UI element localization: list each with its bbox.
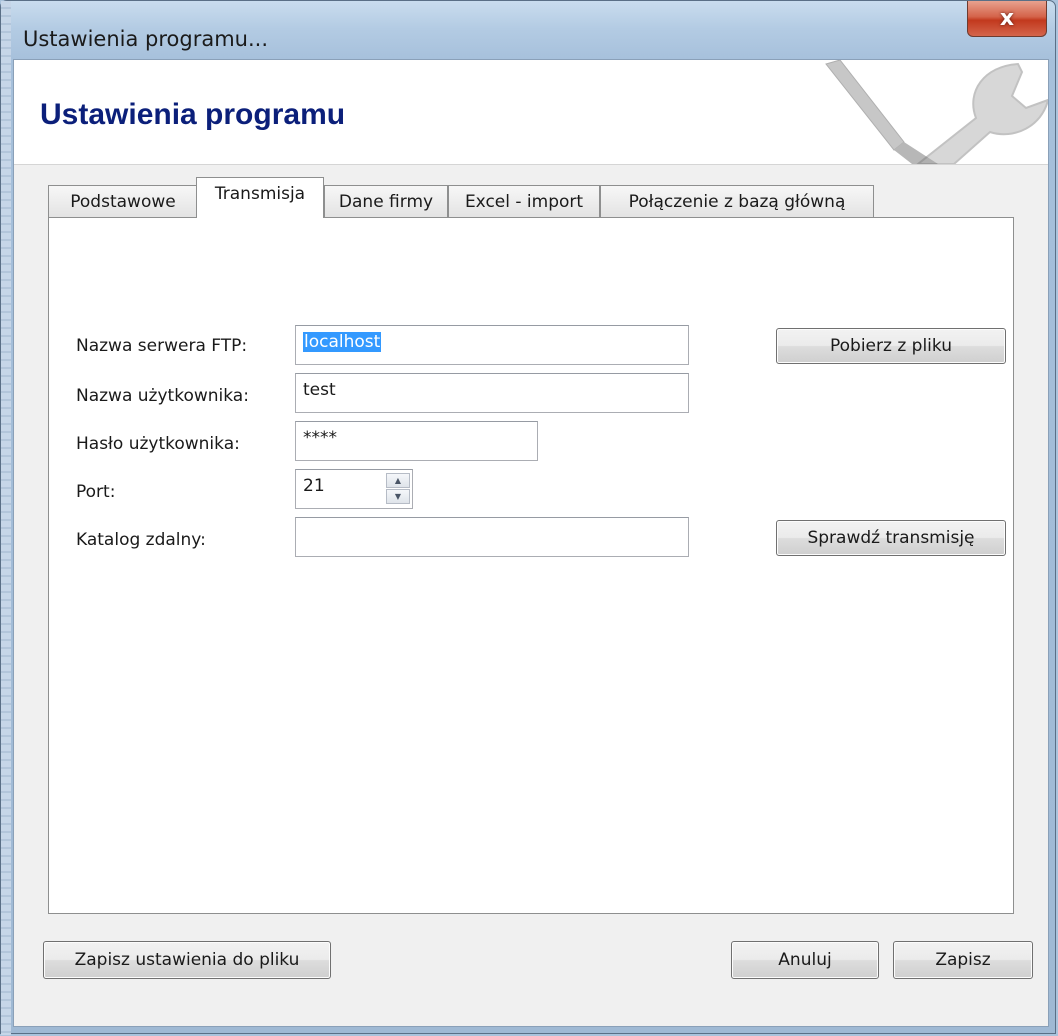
- close-icon: x: [999, 6, 1015, 31]
- tab-transmisja[interactable]: Transmisja: [196, 177, 324, 218]
- dialog-header: Ustawienia programu: [14, 60, 1048, 165]
- tab-label: Podstawowe: [70, 191, 176, 212]
- password-input[interactable]: ****: [295, 421, 538, 461]
- tab-excel-import[interactable]: Excel - import: [448, 185, 600, 217]
- tab-label: Dane firmy: [338, 191, 434, 212]
- cancel-button[interactable]: Anuluj: [731, 941, 879, 979]
- username-value: test: [303, 380, 336, 400]
- port-stepper[interactable]: 21 ▲ ▼: [295, 469, 413, 509]
- username-input[interactable]: test: [295, 373, 689, 413]
- username-label: Nazwa użytkownika:: [76, 386, 249, 406]
- page-title: Ustawienia programu: [40, 98, 346, 131]
- window-frame-edge: [1, 1, 11, 1035]
- window-title: Ustawienia programu...: [23, 27, 269, 51]
- save-button[interactable]: Zapisz: [893, 941, 1033, 979]
- ftp-server-label: Nazwa serwera FTP:: [76, 336, 248, 356]
- tab-label: Połączenie z bazą główną: [628, 191, 846, 212]
- tab-polaczenie-z-baza-glowna[interactable]: Połączenie z bazą główną: [600, 185, 874, 217]
- load-from-file-button[interactable]: Pobierz z pliku: [776, 328, 1006, 364]
- wrench-screwdriver-icon: [825, 60, 1048, 164]
- password-label: Hasło użytkownika:: [76, 434, 240, 454]
- ftp-server-value: localhost: [303, 332, 382, 352]
- tab-label: Excel - import: [464, 191, 584, 212]
- tab-dane-firmy[interactable]: Dane firmy: [324, 185, 448, 217]
- remote-dir-input[interactable]: [295, 517, 689, 557]
- settings-window: Ustawienia programu... x Ustawienia prog…: [0, 0, 1056, 1035]
- remote-dir-label: Katalog zdalny:: [76, 530, 206, 550]
- tab-podstawowe[interactable]: Podstawowe: [48, 185, 198, 217]
- tab-label: Transmisja: [214, 184, 306, 204]
- save-to-file-button[interactable]: Zapisz ustawienia do pliku: [43, 941, 331, 979]
- password-value: ****: [303, 428, 337, 448]
- arrow-down-icon[interactable]: ▼: [386, 489, 410, 504]
- arrow-up-icon[interactable]: ▲: [386, 473, 410, 488]
- port-label: Port:: [76, 482, 116, 502]
- transmisja-panel: Nazwa serwera FTP: localhost Pobierz z p…: [48, 217, 1014, 914]
- port-value: 21: [303, 476, 325, 496]
- close-button[interactable]: x: [967, 1, 1047, 37]
- ftp-server-input[interactable]: localhost: [295, 325, 689, 365]
- port-spinner: ▲ ▼: [386, 473, 410, 505]
- test-transmission-button[interactable]: Sprawdź transmisję: [776, 520, 1006, 556]
- dialog-client-area: Ustawienia programu Podstawowe Transmisj…: [13, 59, 1049, 1027]
